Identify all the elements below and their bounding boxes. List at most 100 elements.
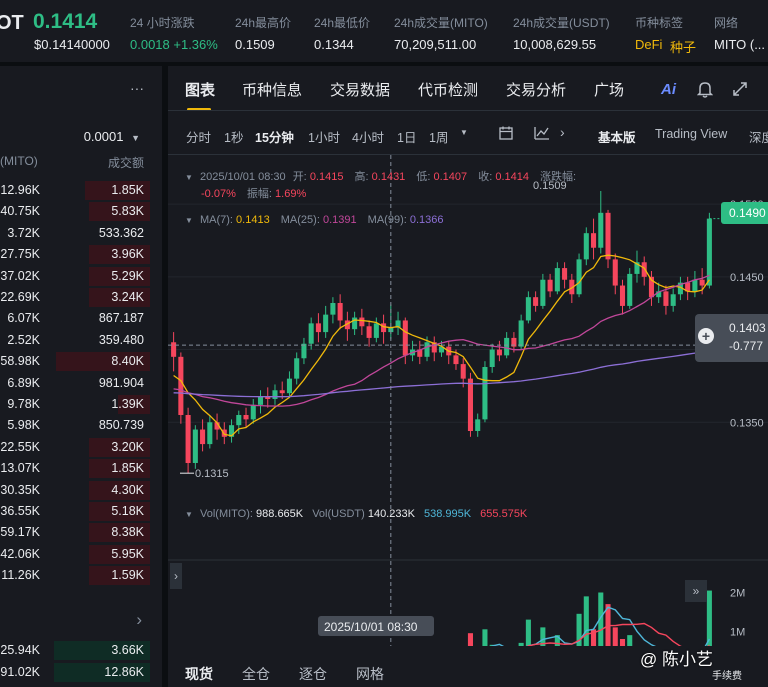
last-price-usd: $0.14140000	[34, 37, 110, 52]
ai-icon[interactable]: Ai	[661, 81, 676, 98]
ask-qty: 37.02K	[0, 268, 40, 283]
ask-total: 850.739	[98, 418, 144, 433]
ask-total: 5.29K	[111, 268, 144, 283]
view-basic[interactable]: 基本版	[598, 127, 636, 146]
timeframe-1s[interactable]: 1秒	[224, 127, 243, 146]
ask-total: 867.187	[98, 311, 144, 326]
tag-seed[interactable]: 种子	[670, 37, 696, 56]
tab-coin-info[interactable]: 币种信息	[242, 79, 302, 100]
ask-row[interactable]: 9.78K 1.39K	[0, 394, 150, 415]
orderbook-more-button[interactable]: ···	[130, 80, 144, 96]
timeframe-1h[interactable]: 1小时	[308, 127, 340, 146]
candle-body	[576, 259, 582, 295]
vol-usdt-value2: 538.995K	[424, 508, 472, 520]
ask-qty: 27.75K	[0, 247, 40, 262]
ask-row[interactable]: 22.55K 3.20K	[0, 437, 150, 458]
timeframe-4h[interactable]: 4小时	[352, 127, 384, 146]
bid-row[interactable]: 25.94K 3.66K	[0, 640, 150, 661]
ask-row[interactable]: 11.26K 1.59K	[0, 565, 150, 586]
ask-row[interactable]: 37.02K 5.29K	[0, 266, 150, 287]
expand-icon[interactable]	[732, 81, 748, 97]
ask-total: 8.38K	[111, 525, 144, 540]
candle-body	[583, 233, 589, 260]
ask-total: 981.904	[98, 375, 144, 390]
tab-cross[interactable]: 全仓	[242, 664, 270, 684]
candle-body	[373, 323, 379, 338]
tab-token-check[interactable]: 代币检测	[418, 79, 478, 100]
collapse-icon[interactable]: ▼	[185, 510, 193, 519]
tab-grid[interactable]: 网格	[356, 664, 384, 684]
candle-body	[598, 212, 604, 248]
view-tradingview[interactable]: Trading View	[655, 127, 727, 141]
ask-row[interactable]: 6.89K 981.904	[0, 373, 150, 394]
caret-down-icon[interactable]: ▼	[460, 128, 468, 137]
timeframe-line[interactable]: 分时	[186, 127, 211, 146]
trading-pair[interactable]: OT	[0, 12, 24, 35]
volume-bar	[482, 629, 488, 646]
ask-total: 8.40K	[111, 354, 144, 369]
ask-row[interactable]: 5.98K 850.739	[0, 415, 150, 436]
ask-total: 1.85K	[111, 461, 144, 476]
crosshair-price-tag: + 0.1403 -0.777	[695, 314, 768, 362]
tab-square[interactable]: 广场	[594, 79, 624, 100]
chevron-right-icon[interactable]: ›	[136, 610, 142, 630]
ask-qty: 40.75K	[0, 204, 40, 219]
ask-row[interactable]: 36.55K 5.18K	[0, 501, 150, 522]
kline-chart[interactable]: 0.15000.14500.13500.15090.13152M1M02:000…	[168, 155, 768, 646]
timeframe-1d[interactable]: 1日	[397, 127, 416, 146]
view-depth[interactable]: 深度	[749, 127, 768, 146]
tab-spot[interactable]: 现货	[185, 664, 213, 684]
ask-row[interactable]: 30.35K 4.30K	[0, 480, 150, 501]
bell-icon[interactable]	[697, 80, 713, 98]
ask-qty: 22.55K	[0, 439, 40, 454]
ohlc-change: -0.07%	[201, 188, 236, 200]
ask-row[interactable]: 6.07K 867.187	[0, 308, 150, 329]
chevron-right-icon[interactable]: ›	[560, 124, 565, 140]
ask-row[interactable]: 42.06K 5.95K	[0, 544, 150, 565]
ask-row[interactable]: 13.07K 1.85K	[0, 458, 150, 479]
ask-row[interactable]: 22.69K 3.24K	[0, 287, 150, 308]
add-alert-icon[interactable]: +	[698, 328, 714, 344]
candle-body	[250, 404, 256, 420]
tag-defi[interactable]: DeFi	[635, 37, 662, 52]
ask-row[interactable]: 2.52K 359.480	[0, 330, 150, 351]
candle-body	[467, 378, 473, 431]
chart-panel: 图表 币种信息 交易数据 代币检测 交易分析 广场 Ai 分时 1秒 15分钟 …	[168, 66, 768, 646]
ask-total: 1.59K	[111, 568, 144, 583]
timeframe-1w[interactable]: 1周	[429, 127, 448, 146]
tab-trade-analysis[interactable]: 交易分析	[506, 79, 566, 100]
calendar-icon[interactable]	[498, 125, 514, 141]
ask-row[interactable]: 12.96K 1.85K	[0, 180, 150, 201]
bid-row[interactable]: 91.02K 12.86K	[0, 662, 150, 683]
ask-row[interactable]: 59.17K 8.38K	[0, 522, 150, 543]
collapse-icon[interactable]: ▼	[185, 173, 193, 182]
ask-qty: 5.98K	[7, 418, 40, 433]
collapse-icon[interactable]: ▼	[185, 216, 193, 225]
ask-qty: 22.69K	[0, 290, 40, 304]
ohlc-low-label: 低:	[416, 171, 431, 183]
ask-row[interactable]: 58.98K 8.40K	[0, 351, 150, 372]
ma99-label: MA(99):	[367, 214, 407, 226]
timeframe-15m[interactable]: 15分钟	[255, 127, 294, 146]
tab-trade-data[interactable]: 交易数据	[330, 79, 390, 100]
candle-body	[547, 279, 553, 292]
candle-body	[554, 268, 560, 292]
ask-row[interactable]: 40.75K 5.83K	[0, 201, 150, 222]
candle-body	[489, 349, 495, 367]
candle-body	[540, 279, 546, 306]
tab-isolated[interactable]: 逐仓	[299, 664, 327, 684]
bid-qty: 91.02K	[0, 665, 40, 679]
ask-row[interactable]: 27.75K 3.96K	[0, 244, 150, 265]
precision-select[interactable]: 0.0001 ▼	[84, 129, 140, 144]
volume-axis-label: 2M	[730, 588, 745, 600]
ask-row[interactable]: 3.72K 533.362	[0, 223, 150, 244]
scroll-to-latest-button[interactable]: »	[685, 580, 707, 602]
candle-body	[612, 259, 618, 286]
scroll-left-button[interactable]: ›	[170, 563, 182, 589]
indicator-icon[interactable]	[533, 125, 551, 141]
ask-qty: 13.07K	[0, 461, 40, 476]
tab-chart[interactable]: 图表	[185, 79, 215, 100]
stat-network-value[interactable]: MITO (...	[714, 37, 765, 52]
ask-total: 5.18K	[111, 504, 144, 518]
ask-total: 3.24K	[111, 290, 144, 304]
